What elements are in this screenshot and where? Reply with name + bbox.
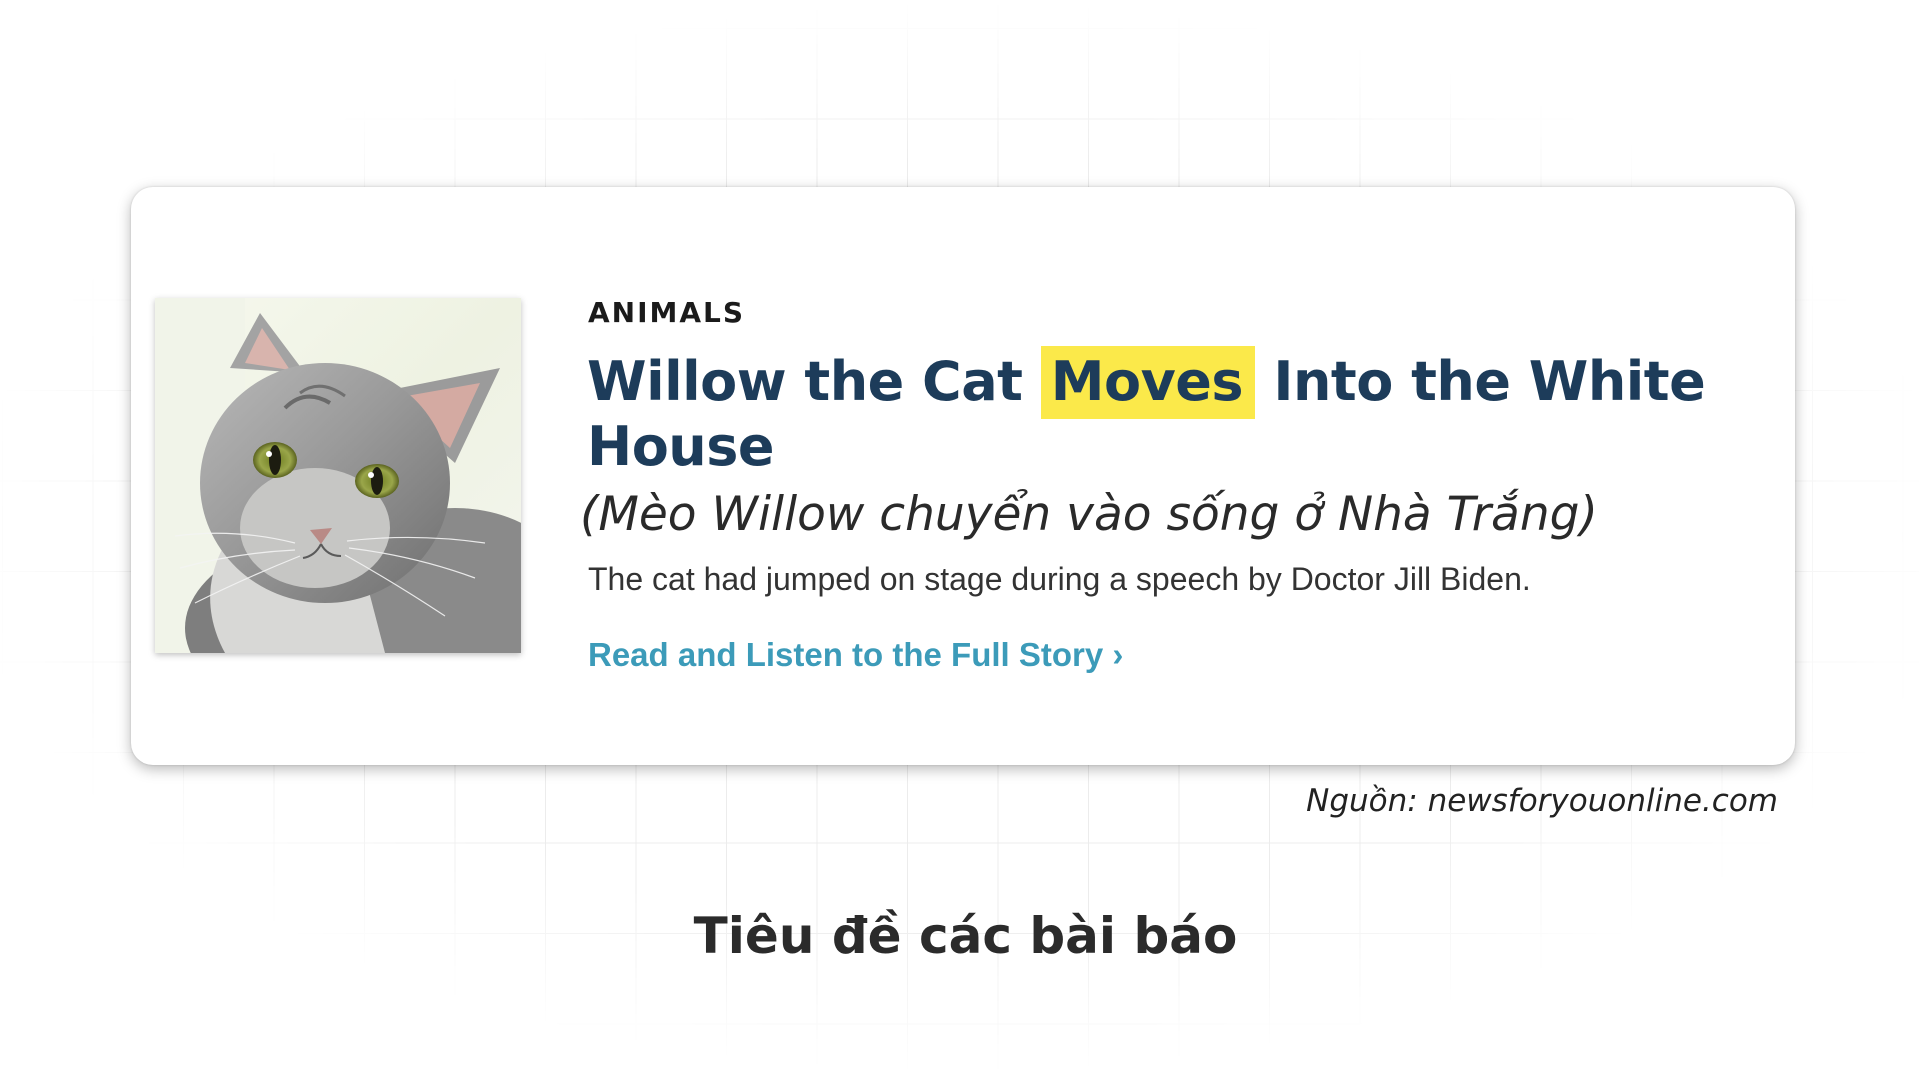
source-caption: Nguồn: newsforyouonline.com — [1306, 783, 1778, 819]
section-title: Tiêu đề các bài báo — [693, 907, 1238, 965]
headline-translation: (Mèo Willow chuyển vào sống ở Nhà Trắng) — [580, 487, 1598, 542]
article-category: ANIMALS — [588, 296, 746, 329]
headline-text-before: Willow the Cat — [587, 350, 1041, 413]
cat-photo-icon — [155, 298, 521, 653]
headline-highlighted-word: Moves — [1040, 346, 1256, 419]
article-card: ANIMALS Willow the Cat Moves Into the Wh… — [131, 187, 1795, 765]
read-full-story-link[interactable]: Read and Listen to the Full Story › — [588, 635, 1123, 675]
article-summary: The cat had jumped on stage during a spe… — [588, 561, 1531, 597]
article-headline[interactable]: Willow the Cat Moves Into the White Hous… — [587, 346, 1737, 479]
